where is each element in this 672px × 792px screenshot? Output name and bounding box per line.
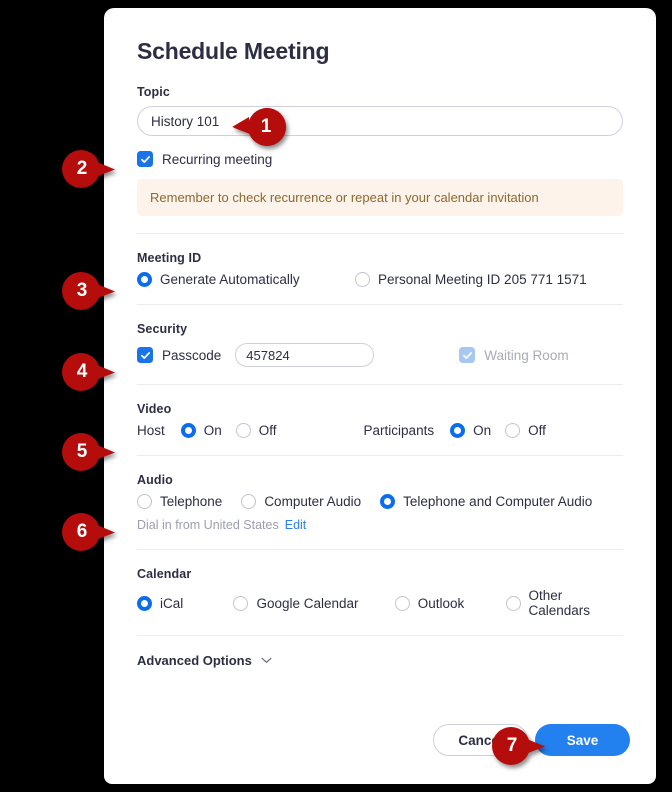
passcode-input[interactable] <box>235 343 375 367</box>
callout-badge-2-number: 2 <box>76 158 88 179</box>
audio-section: Audio Telephone Computer Audio Telephone… <box>137 456 623 532</box>
waiting-room-row: Waiting Room <box>459 347 569 363</box>
recurring-meeting-row[interactable]: Recurring meeting <box>137 151 623 167</box>
video-participants-off-radio[interactable] <box>505 423 521 438</box>
audio-label: Audio <box>137 473 173 487</box>
calendar-label: Calendar <box>137 567 192 581</box>
waiting-room-label: Waiting Room <box>484 347 569 363</box>
video-host-radio[interactable] <box>180 423 196 438</box>
video-participants-off-label: Off <box>528 423 546 438</box>
callout-badge-2: 2 <box>62 150 116 188</box>
video-participants-on-label: On <box>473 423 492 438</box>
save-button[interactable]: Save <box>535 724 630 756</box>
meeting-id-section: Meeting ID Generate Automatically Person… <box>137 234 623 287</box>
page-title: Schedule Meeting <box>137 38 330 64</box>
dial-in-edit-link[interactable]: Edit <box>285 518 307 532</box>
meeting-id-option-generate[interactable]: Generate Automatically <box>137 272 355 287</box>
personal-meeting-id-radio[interactable] <box>355 272 370 287</box>
security-label: Security <box>137 322 188 336</box>
recurring-checkbox[interactable] <box>137 151 153 167</box>
callout-badge-6: 6 <box>62 513 116 551</box>
meeting-id-radio[interactable] <box>137 272 152 287</box>
video-participants-on-radio[interactable] <box>450 423 466 438</box>
video-host-off-label: Off <box>258 423 277 438</box>
video-participants-label: Participants <box>363 423 435 438</box>
meeting-id-option-personal[interactable]: Personal Meeting ID 205 771 1571 <box>355 272 587 287</box>
meeting-id-label: Meeting ID <box>137 251 202 265</box>
video-host-on-label: On <box>203 423 222 438</box>
calendar-section: Calendar iCal Google Calendar Outlook Ot… <box>137 550 623 618</box>
calendar-outlook-radio[interactable] <box>394 595 410 611</box>
audio-dial-in-hint: Dial in from United States Edit <box>137 518 623 532</box>
passcode-row[interactable]: Passcode <box>137 347 221 363</box>
advanced-options-toggle[interactable]: Advanced Options <box>137 653 623 668</box>
dial-in-text: Dial in from United States <box>137 518 279 532</box>
audio-radio[interactable] <box>380 494 396 509</box>
calendar-google-label: Google Calendar <box>256 595 359 611</box>
callout-badge-3-number: 3 <box>76 280 88 301</box>
dialog-footer: Cancel Save <box>104 716 656 784</box>
schedule-meeting-dialog: Schedule Meeting Topic Recurring meeting… <box>104 8 656 784</box>
audio-telephone-label: Telephone <box>160 494 223 509</box>
advanced-options-section: Advanced Options <box>137 636 623 668</box>
audio-computer-radio[interactable] <box>241 494 257 509</box>
callout-badge-5: 5 <box>62 433 116 471</box>
meeting-id-option-generate-label: Generate Automatically <box>160 272 300 287</box>
passcode-checkbox[interactable] <box>137 347 153 363</box>
calendar-ical-label: iCal <box>160 595 184 611</box>
callout-badge-6-number: 6 <box>76 521 88 542</box>
callout-badge-7-number: 7 <box>506 735 518 756</box>
recurrence-notice: Remember to check recurrence or repeat i… <box>137 179 623 216</box>
passcode-label: Passcode <box>162 347 222 363</box>
meeting-id-option-personal-label: Personal Meeting ID 205 771 1571 <box>378 272 587 287</box>
security-options: Passcode Waiting Room <box>137 343 623 367</box>
callout-badge-7: 7 <box>492 727 546 765</box>
calendar-options: iCal Google Calendar Outlook Other Calen… <box>137 588 623 618</box>
callout-badge-4-number: 4 <box>76 361 88 382</box>
calendar-ical-radio[interactable] <box>137 595 152 611</box>
video-host-label: Host <box>137 423 165 438</box>
audio-computer-label: Computer Audio <box>264 494 362 509</box>
recurring-checkbox-label: Recurring meeting <box>162 151 273 167</box>
callout-badge-1-number: 1 <box>260 116 272 137</box>
security-section: Security Passcode 457824 Waiting Room <box>137 305 623 367</box>
video-options: Host On Off Participants On Off <box>137 423 623 438</box>
callout-badge-5-number: 5 <box>76 441 88 462</box>
topic-input[interactable] <box>137 106 623 136</box>
meeting-id-options: Generate Automatically Personal Meeting … <box>137 272 623 287</box>
video-host-off-radio[interactable] <box>235 423 251 438</box>
advanced-options-label: Advanced Options <box>137 653 252 668</box>
video-section: Video Host On Off Participants On Off <box>137 385 623 438</box>
calendar-other-label: Other Calendars <box>528 588 591 618</box>
calendar-google-radio[interactable] <box>233 595 249 611</box>
callout-badge-3: 3 <box>62 272 116 310</box>
video-label: Video <box>137 402 172 416</box>
audio-options: Telephone Computer Audio Telephone and C… <box>137 494 623 509</box>
screenshot-root: Schedule Meeting Topic Recurring meeting… <box>0 0 672 792</box>
calendar-other-radio[interactable] <box>505 595 521 611</box>
callout-badge-4: 4 <box>62 353 116 391</box>
topic-label: Topic <box>137 85 170 99</box>
chevron-down-icon <box>261 657 272 664</box>
waiting-room-checkbox <box>459 347 476 363</box>
calendar-outlook-label: Outlook <box>417 595 465 611</box>
audio-telephone-radio[interactable] <box>137 494 152 509</box>
callout-badge-1: 1 <box>232 108 286 146</box>
audio-both-label: Telephone and Computer Audio <box>403 494 593 509</box>
